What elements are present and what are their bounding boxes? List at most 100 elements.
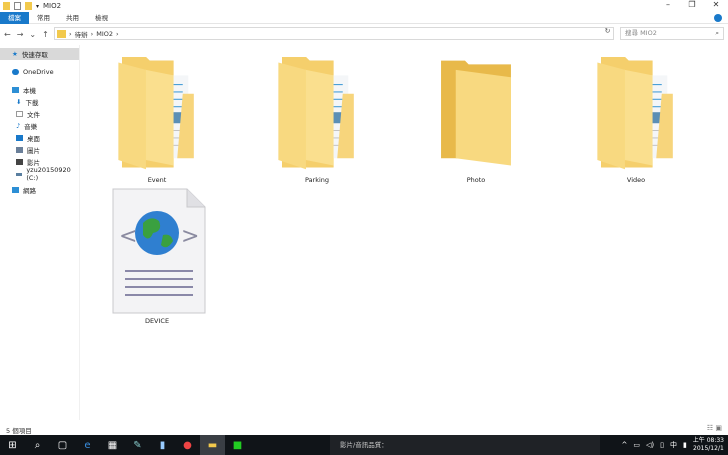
title-bar: ▾ MIO2 (0, 0, 728, 12)
sidebar-item-downloads[interactable]: ⬇ 下載 (0, 96, 79, 108)
computer-icon (12, 87, 19, 93)
folder-icon (117, 56, 195, 170)
file-name: Event (147, 176, 167, 184)
app-icon[interactable]: ▮ (150, 435, 175, 455)
notification-text: 影片/音訊品質： (340, 441, 388, 449)
document-icon (16, 111, 23, 117)
tab-home[interactable]: 常用 (29, 12, 58, 24)
sidebar-item-label: 下載 (25, 99, 39, 107)
search-icon[interactable]: ⌕ (25, 435, 50, 455)
sidebar-item-this-pc[interactable]: 本機 (0, 84, 79, 96)
sidebar-item-onedrive[interactable]: OneDrive (0, 66, 79, 78)
desktop-icon (16, 135, 23, 141)
svg-text:>: > (181, 224, 199, 249)
task-view-icon[interactable]: ▢ (50, 435, 75, 455)
folder-item[interactable]: Photo (421, 57, 531, 184)
empty-folder-icon (441, 60, 511, 166)
network-icon[interactable]: ▭ (633, 441, 640, 449)
folder-item[interactable]: Event (102, 56, 212, 184)
refresh-button[interactable]: ↻ (601, 27, 614, 40)
breadcrumb-item[interactable]: 待辦 (75, 29, 88, 39)
minimize-button[interactable]: – (656, 0, 680, 9)
chevron-up-icon[interactable]: ^ (621, 441, 627, 449)
star-icon: ★ (12, 50, 18, 58)
sidebar-item-label: 圖片 (27, 147, 40, 155)
download-icon: ⬇ (16, 98, 22, 106)
file-name: DEVICE (144, 317, 170, 325)
file-name: Parking (304, 176, 330, 184)
address-bar[interactable]: › 待辦 › MIO2 › (54, 27, 614, 40)
ime-indicator[interactable]: 中 (670, 440, 677, 450)
ribbon-tabs: 檔案 常用 共用 檢視 (0, 11, 728, 24)
sidebar-item-desktop[interactable]: 桌面 (0, 132, 79, 144)
search-placeholder: 搜尋 MIO2 (625, 29, 657, 37)
pictures-icon (16, 147, 23, 153)
close-button[interactable]: ✕ (704, 0, 728, 9)
sidebar-item-label: yzu20150920 (C:) (26, 166, 71, 182)
search-icon: ⌕ (715, 29, 719, 37)
folder-item[interactable]: Video (581, 56, 691, 184)
search-input[interactable]: 搜尋 MIO2 ⌕ (620, 27, 724, 40)
view-toggle-icons[interactable]: ☷ ▣ (707, 424, 722, 432)
back-button[interactable]: ← (4, 30, 11, 39)
volume-icon[interactable]: ◁) (646, 441, 654, 449)
calculator-icon[interactable]: ▦ (100, 435, 125, 455)
sidebar-item-drive-c[interactable]: yzu20150920 (C:) (0, 166, 79, 182)
file-list: Event Parking Photo Video < > DEVICE (82, 45, 728, 420)
tab-file[interactable]: 檔案 (0, 11, 29, 24)
clock-time: 上午 08:33 (692, 437, 724, 444)
file-item[interactable]: < > DEVICE (102, 187, 212, 325)
chevron-down-icon[interactable]: ▾ (36, 3, 39, 10)
folder-icon (277, 56, 355, 170)
clock[interactable]: 上午 08:33 2015/12/1 (693, 437, 724, 453)
edge-icon[interactable]: e (75, 435, 100, 455)
start-button[interactable]: ⊞ (0, 435, 25, 455)
sidebar-item-label: 音樂 (24, 123, 38, 131)
sidebar-item-documents[interactable]: 文件 (0, 108, 79, 120)
tab-view[interactable]: 檢視 (87, 12, 116, 24)
paint-icon[interactable]: ✎ (125, 435, 150, 455)
tab-share[interactable]: 共用 (58, 12, 87, 24)
svg-text:<: < (119, 224, 137, 249)
sidebar-item-label: 文件 (27, 111, 40, 119)
sidebar-item-label: OneDrive (23, 68, 54, 76)
forward-button[interactable]: → (17, 30, 24, 39)
status-item-count: 5 個項目 (6, 427, 32, 435)
system-tray: ^ ▭ ◁) ▯ 中 ▮ 上午 08:33 2015/12/1 (621, 435, 724, 455)
help-icon[interactable] (714, 14, 722, 22)
notification-popup[interactable]: 影片/音訊品質： (330, 435, 600, 455)
new-folder-icon[interactable] (25, 2, 32, 10)
notification-icon[interactable]: ▯ (660, 441, 664, 449)
folder-icon (596, 56, 674, 170)
cloud-icon (12, 69, 19, 75)
sidebar-item-pictures[interactable]: 圖片 (0, 144, 79, 156)
restore-button[interactable]: ❐ (680, 0, 704, 9)
folder-icon (57, 29, 66, 38)
recent-locations-button[interactable]: ⌄ (29, 30, 36, 39)
breadcrumb-item[interactable]: MIO2 (96, 30, 113, 38)
folder-item[interactable]: Parking (262, 56, 372, 184)
chrome-icon[interactable]: ● (175, 435, 200, 455)
line-icon[interactable]: ■ (225, 435, 250, 455)
sidebar-item-label: 快速存取 (21, 51, 48, 59)
file-name: Video (626, 176, 646, 184)
properties-icon[interactable] (14, 2, 21, 10)
sidebar-item-label: 桌面 (27, 135, 40, 143)
window-title: MIO2 (43, 2, 62, 10)
sidebar-item-label: 網路 (23, 187, 36, 195)
file-name: Photo (466, 176, 486, 184)
network-icon (12, 187, 19, 193)
navigation-pane: ★ 快速存取 OneDrive 本機 ⬇ 下載 文件 ♪ 音樂 桌面 圖片 影片 yz… (0, 45, 80, 420)
sidebar-item-label: 本機 (23, 87, 36, 95)
sidebar-item-quick-access[interactable]: ★ 快速存取 (0, 48, 79, 60)
drive-icon (16, 172, 23, 176)
music-icon: ♪ (16, 122, 21, 130)
up-button[interactable]: ↑ (42, 30, 49, 39)
html-file-icon: < > (112, 188, 206, 314)
sidebar-item-music[interactable]: ♪ 音樂 (0, 120, 79, 132)
clock-date: 2015/12/1 (693, 445, 724, 452)
keyboard-icon[interactable]: ▮ (683, 441, 687, 449)
sidebar-item-network[interactable]: 網路 (0, 184, 79, 196)
folder-icon (3, 2, 10, 10)
file-explorer-icon[interactable]: ▬ (200, 435, 225, 455)
